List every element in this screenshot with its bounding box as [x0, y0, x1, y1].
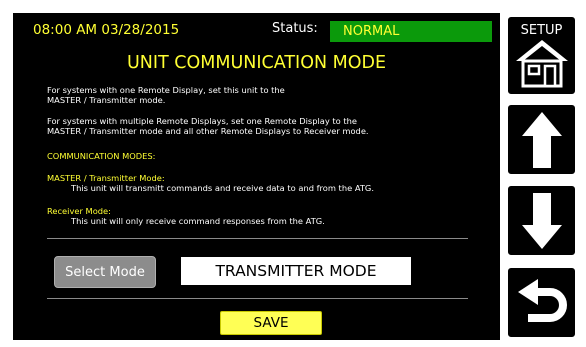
current-mode-display: TRANSMITTER MODE — [181, 257, 411, 285]
down-arrow-icon — [521, 192, 562, 249]
return-arrow-icon — [517, 278, 567, 322]
master-mode-description: This unit will transmitt commands and re… — [71, 183, 374, 193]
save-button[interactable]: SAVE — [220, 311, 322, 335]
house-icon — [515, 40, 568, 88]
info-para2-line2: MASTER / Transmitter mode and all other … — [47, 126, 369, 136]
receiver-mode-label: Receiver Mode: — [47, 206, 111, 216]
scroll-down-button[interactable] — [506, 184, 577, 257]
divider-bottom — [47, 298, 468, 299]
setup-label: SETUP — [520, 23, 563, 38]
main-screen: 08:00 AM 03/28/2015 Status: NORMAL UNIT … — [13, 13, 500, 340]
modes-heading: COMMUNICATION MODES: — [47, 151, 156, 161]
up-arrow-icon — [521, 111, 562, 168]
status-label: Status: — [272, 21, 318, 36]
status-badge: NORMAL — [330, 21, 492, 42]
setup-button[interactable]: SETUP — [506, 15, 577, 96]
divider-top — [47, 238, 468, 239]
info-para1-line1: For systems with one Remote Display, set… — [47, 85, 285, 95]
master-mode-label: MASTER / Transmitter Mode: — [47, 173, 165, 183]
receiver-mode-description: This unit will only receive command resp… — [71, 216, 325, 226]
datetime: 08:00 AM 03/28/2015 — [33, 22, 180, 38]
scroll-up-button[interactable] — [506, 103, 577, 176]
info-para2-line1: For systems with multiple Remote Display… — [47, 116, 357, 126]
back-button[interactable] — [506, 266, 577, 339]
info-para1-line2: MASTER / Transmitter mode. — [47, 95, 166, 105]
page-title: UNIT COMMUNICATION MODE — [126, 53, 387, 73]
select-mode-button[interactable]: Select Mode — [54, 256, 156, 288]
